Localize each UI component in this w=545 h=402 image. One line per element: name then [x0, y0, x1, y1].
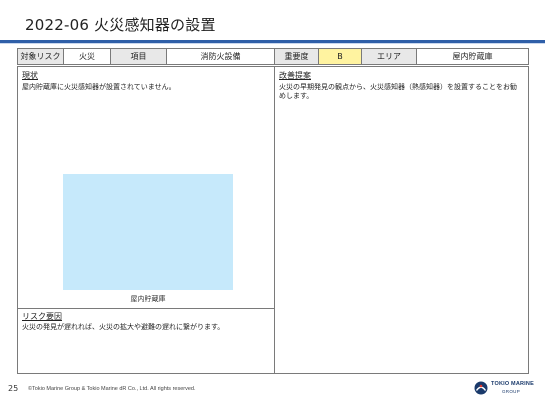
- improvement-proposal-label: 改善提案: [279, 71, 311, 80]
- area-value: 屋内貯蔵庫: [417, 49, 528, 64]
- logo-text-bottom: GROUP: [502, 389, 521, 394]
- page-number: 25: [8, 384, 19, 393]
- row-divider: [18, 308, 274, 309]
- page-title: 2022-06 火災感知器の設置: [25, 16, 216, 34]
- item-label: 項目: [111, 49, 167, 64]
- item-value: 消防火設備: [167, 49, 275, 64]
- risk-factor-label: リスク要因: [22, 312, 62, 321]
- area-label: エリア: [362, 49, 417, 64]
- target-risk-label: 対象リスク: [18, 49, 64, 64]
- site-photo: [63, 174, 233, 290]
- photo-caption: 屋内貯蔵庫: [130, 295, 166, 303]
- tokio-marine-logo-icon: [474, 381, 488, 395]
- improvement-proposal-text: 火災の早期発見の観点から、火災感知器（熱感知器）を設置することをお勧めします。: [279, 83, 517, 100]
- header-table: 対象リスク 火災 項目 消防火設備 重要度 B エリア 屋内貯蔵庫: [17, 48, 529, 65]
- current-status-label: 現状: [22, 71, 38, 80]
- company-logo: TOKIO MARINE GROUP: [474, 380, 536, 398]
- logo-text-top: TOKIO MARINE: [491, 381, 534, 387]
- content-frame: 現状 屋内貯蔵庫に火災感知器が設置されていません。 屋内貯蔵庫 リスク要因 火災…: [17, 66, 529, 374]
- copyright-text: ©Tokio Marine Group & Tokio Marine dR Co…: [28, 386, 196, 392]
- priority-label: 重要度: [275, 49, 319, 64]
- risk-factor-text: 火災の発見が遅れれば、火災の拡大や避難の遅れに繋がります。: [22, 323, 225, 331]
- target-risk-value: 火災: [64, 49, 111, 64]
- title-rule-shadow: [0, 43, 545, 44]
- column-divider: [274, 67, 275, 373]
- priority-value: B: [319, 49, 362, 64]
- current-status-text: 屋内貯蔵庫に火災感知器が設置されていません。: [22, 83, 176, 91]
